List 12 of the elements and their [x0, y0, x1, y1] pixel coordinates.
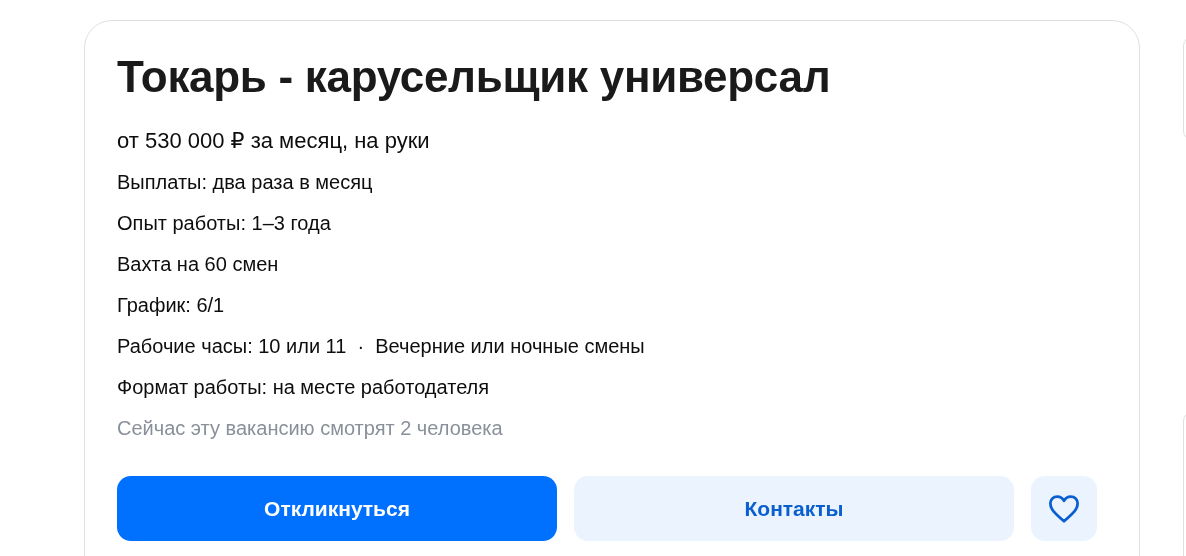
favorite-button[interactable] [1031, 476, 1097, 541]
detail-text: График: 6/1 [117, 293, 226, 318]
contacts-button[interactable]: Контакты [574, 476, 1014, 541]
detail-text: Опыт работы: 1–3 года [117, 211, 332, 236]
viewers-text: Сейчас эту вакансию смотрят 2 человека [117, 416, 504, 441]
detail-text: Вахта на 60 смен [117, 252, 280, 277]
detail-text: Рабочие часы: 10 или 11 · Вечерние или ночные смены [117, 334, 646, 359]
detail-text: Формат работы: на месте работодателя [117, 375, 491, 400]
salary-text: от 530 000 ₽ за месяц, на руки [117, 127, 431, 155]
vacancy-title: Токарь - карусельщик универсал [117, 51, 832, 103]
respond-button[interactable]: Откликнуться [117, 476, 557, 541]
detail-text: Выплаты: два раза в месяц [117, 170, 374, 195]
